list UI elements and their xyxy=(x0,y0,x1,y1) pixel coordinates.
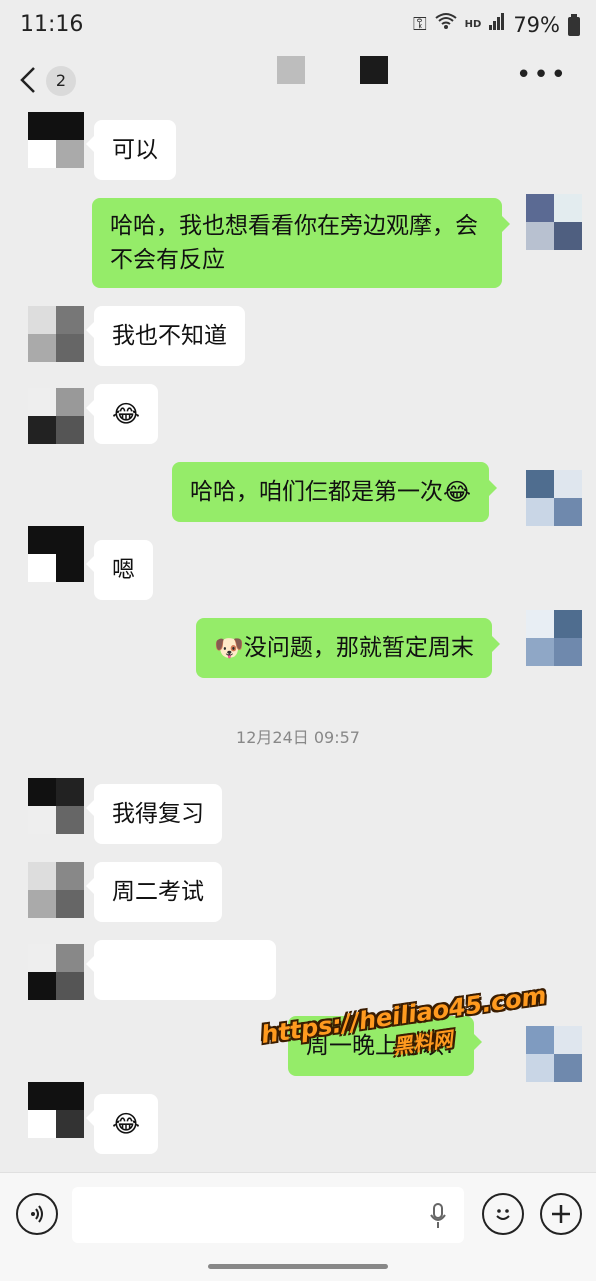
mic-icon[interactable] xyxy=(430,1203,446,1234)
message-text: 没问题，那就暂定周末 xyxy=(243,635,474,661)
chat-header: 2 ••• xyxy=(0,56,596,104)
message-bubble[interactable]: 我得复习 xyxy=(86,784,222,844)
avatar[interactable] xyxy=(28,112,84,168)
chat-title-redacted xyxy=(277,56,305,84)
battery-percent: 79% xyxy=(513,12,560,37)
avatar[interactable] xyxy=(526,470,582,526)
timestamp: 12月24日 09:57 xyxy=(236,728,360,747)
more-icon[interactable]: ••• xyxy=(516,60,568,90)
avatar[interactable] xyxy=(28,944,84,1000)
message-text: 哈哈，咱们仨都是第一次 xyxy=(190,479,443,505)
message-bubble[interactable]: 我也不知道 xyxy=(86,306,245,366)
key-icon: ⚿ xyxy=(412,13,427,35)
smiley-icon xyxy=(496,1209,510,1220)
message-bubble[interactable]: 周二考试 xyxy=(86,862,222,922)
avatar[interactable] xyxy=(28,526,84,582)
avatar[interactable] xyxy=(28,306,84,362)
message-bubble[interactable]: 哈哈，我也想看看你在旁边观摩，会不会有反应 xyxy=(92,198,510,288)
message-bubble[interactable]: 可以 xyxy=(86,120,176,180)
laughing-emoji-icon: 😂 xyxy=(112,400,141,428)
avatar[interactable] xyxy=(526,610,582,666)
chat-title-redacted xyxy=(360,56,388,84)
message-text: 我也不知道 xyxy=(112,323,227,349)
avatar[interactable] xyxy=(526,194,582,250)
chevron-left-icon xyxy=(20,67,35,93)
avatar[interactable] xyxy=(28,778,84,834)
message-text: 我得复习 xyxy=(112,801,204,827)
status-icons: ⚿ HD 79% xyxy=(413,12,580,37)
message-text: 哈哈，我也想看看你在旁边观摩，会不会有反应 xyxy=(110,213,478,273)
laughing-emoji-icon: 😂 xyxy=(112,1110,141,1138)
message-text: 嗯 xyxy=(112,557,135,583)
dog-emoji-icon: 🐶 xyxy=(214,634,244,662)
avatar[interactable] xyxy=(28,388,84,444)
unread-badge[interactable]: 2 xyxy=(46,66,76,96)
voice-input-button[interactable] xyxy=(16,1193,58,1235)
laughing-emoji-icon: 😂 xyxy=(443,478,472,506)
battery-icon xyxy=(568,13,580,36)
home-indicator[interactable] xyxy=(208,1264,388,1269)
message-bubble[interactable]: 😂 xyxy=(85,384,159,444)
message-bubble[interactable]: 嗯 xyxy=(86,540,153,600)
avatar[interactable] xyxy=(28,862,84,918)
hd-label: HD xyxy=(464,19,482,30)
redacted-message-bubble[interactable] xyxy=(86,940,276,1000)
plus-icon xyxy=(552,1205,570,1223)
message-input[interactable] xyxy=(72,1187,464,1243)
emoji-button[interactable] xyxy=(482,1193,524,1235)
message-bubble[interactable]: 哈哈，咱们仨都是第一次 😂 xyxy=(172,462,498,522)
message-text: 周二考试 xyxy=(112,879,204,905)
status-bar: 11:16 ⚿ HD 79% xyxy=(0,0,596,56)
message-bubble[interactable]: 😂 xyxy=(85,1094,159,1154)
voice-icon xyxy=(31,1205,43,1223)
message-text: 可以 xyxy=(112,137,158,163)
message-bubble[interactable]: 🐶 没问题，那就暂定周末 xyxy=(196,618,500,678)
signal-icon xyxy=(489,12,505,37)
clock: 11:16 xyxy=(20,12,84,37)
avatar[interactable] xyxy=(28,1082,84,1138)
plus-button[interactable] xyxy=(540,1193,582,1235)
wifi-icon xyxy=(435,12,457,37)
